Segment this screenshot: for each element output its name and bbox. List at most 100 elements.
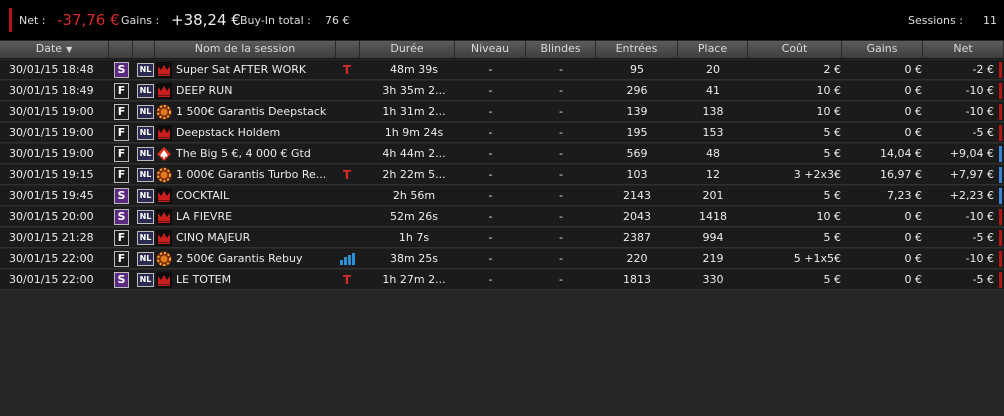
extra-marker (336, 144, 358, 164)
net-indicator-bar (999, 188, 1002, 204)
session-name: Deepstack Holdem (176, 126, 281, 139)
table-row[interactable]: 30/01/15 20:00 S NL LA FIEVRE 52m 26s - - 2043 1… (0, 207, 1004, 227)
table-row[interactable]: 30/01/15 19:00 F NL The Big 5 €, 4 000 € Gt… (0, 144, 1004, 164)
col-speed[interactable] (109, 41, 133, 58)
net-indicator-bar (999, 167, 1002, 183)
session-cost: 5 € (823, 189, 842, 202)
game-type-badge: NL (137, 63, 154, 77)
session-name: COCKTAIL (176, 189, 230, 202)
table-row[interactable]: 30/01/15 21:28 F NL CINQ MAJEUR 1h 7s - - 2387 9… (0, 228, 1004, 248)
game-type-badge: NL (137, 231, 154, 245)
col-cout[interactable]: Coût (748, 41, 842, 58)
speed-badge: S (114, 272, 129, 288)
session-name: The Big 5 €, 4 000 € Gtd (176, 147, 311, 160)
session-date: 30/01/15 18:49 (9, 84, 94, 97)
session-name: 2 500€ Garantis Rebuy (176, 252, 303, 265)
table-row[interactable]: 30/01/15 19:00 F NL Deepstack Holdem 1h 9m 2… (0, 123, 1004, 143)
session-blinds: - (559, 84, 563, 97)
col-date[interactable]: Date ▼ (0, 41, 109, 58)
session-level: - (488, 168, 493, 181)
table-row[interactable]: 30/01/15 19:15 F NL 1 000€ Garantis Turbo R… (0, 165, 1004, 185)
session-level: - (488, 105, 493, 118)
col-extra[interactable] (336, 41, 360, 58)
table-row[interactable]: 30/01/15 22:00 F NL 2 500€ Garantis Rebuy 38… (0, 249, 1004, 269)
session-name: 1 000€ Garantis Turbo Re... (176, 168, 327, 181)
col-name[interactable]: Nom de la session (155, 41, 336, 58)
session-level: - (488, 147, 493, 160)
col-game[interactable] (133, 41, 155, 58)
session-duration: 1h 9m 24s (384, 126, 444, 139)
col-place[interactable]: Place (678, 41, 748, 58)
net-indicator-bar (999, 230, 1002, 246)
chip-logo-icon (156, 251, 172, 267)
session-place: 153 (702, 126, 724, 139)
session-name: DEEP RUN (176, 84, 233, 97)
chip-logo-icon (156, 104, 172, 120)
session-gains: 0 € (904, 105, 923, 118)
table-row[interactable]: 30/01/15 19:00 F NL 1 500€ Garantis Deepsta… (0, 102, 1004, 122)
session-place: 12 (706, 168, 720, 181)
session-blinds: - (559, 168, 563, 181)
table-row[interactable]: 30/01/15 22:00 S NL LE TOTEM T 1h 27m 2... - - 1… (0, 270, 1004, 290)
session-blinds: - (559, 63, 563, 76)
session-date: 30/01/15 22:00 (9, 273, 94, 286)
session-place: 1418 (699, 210, 727, 223)
session-date: 30/01/15 22:00 (9, 252, 94, 265)
game-type-badge: NL (137, 189, 154, 203)
game-type-badge: NL (137, 84, 154, 98)
session-cost: 10 € (816, 105, 842, 118)
extra-marker (336, 249, 358, 269)
gains-label: Gains : (121, 14, 160, 27)
col-blindes[interactable]: Blindes (526, 41, 596, 58)
table-row[interactable]: 30/01/15 19:45 S NL COCKTAIL 2h 56m - - 2143 201… (0, 186, 1004, 206)
session-net: -10 € (965, 105, 994, 118)
game-type-badge: NL (137, 105, 154, 119)
session-cost: 2 € (823, 63, 842, 76)
session-gains: 0 € (904, 273, 923, 286)
speed-badge: S (114, 188, 129, 204)
sort-desc-icon: ▼ (66, 45, 73, 54)
session-level: - (488, 273, 493, 286)
session-duration: 1h 31m 2... (382, 105, 446, 118)
col-duree[interactable]: Durée (360, 41, 455, 58)
speed-badge: F (114, 83, 129, 99)
col-gains[interactable]: Gains (842, 41, 923, 58)
session-name: Super Sat AFTER WORK (176, 63, 307, 76)
crown-logo-icon (156, 272, 172, 288)
session-gains: 0 € (904, 63, 923, 76)
crown-logo-icon (156, 83, 172, 99)
session-date: 30/01/15 19:00 (9, 147, 94, 160)
session-net: -5 € (972, 126, 994, 139)
session-place: 330 (702, 273, 724, 286)
ticket-icon: T (342, 273, 352, 287)
session-net: -10 € (965, 252, 994, 265)
speed-badge: F (114, 230, 129, 246)
session-duration: 48m 39s (390, 63, 438, 76)
table-row[interactable]: 30/01/15 18:48 S NL Super Sat AFTER WORK T 48… (0, 60, 1004, 80)
session-blinds: - (559, 147, 563, 160)
session-entries: 2387 (623, 231, 651, 244)
extra-marker (336, 123, 358, 143)
session-entries: 103 (626, 168, 648, 181)
net-indicator-bar (999, 125, 1002, 141)
session-place: 48 (706, 147, 720, 160)
session-cost: 10 € (816, 84, 842, 97)
col-entrees[interactable]: Entrées (596, 41, 678, 58)
session-place: 994 (702, 231, 724, 244)
col-net[interactable]: Net (923, 41, 1004, 58)
session-cost: 3 +2x3€ (793, 168, 841, 181)
session-level: - (488, 126, 493, 139)
table-row[interactable]: 30/01/15 18:49 F NL DEEP RUN 3h 35m 2... - - 29… (0, 81, 1004, 101)
game-type-badge: NL (137, 168, 154, 182)
session-name: CINQ MAJEUR (176, 231, 251, 244)
session-duration: 52m 26s (390, 210, 438, 223)
session-level: - (488, 189, 493, 202)
session-level: - (488, 210, 493, 223)
ticket-icon: T (342, 63, 352, 77)
session-level: - (488, 231, 493, 244)
bars-icon (339, 253, 355, 265)
ticket-icon: T (342, 168, 352, 182)
session-gains: 0 € (904, 231, 923, 244)
col-niveau[interactable]: Niveau (455, 41, 526, 58)
spade-logo-icon (156, 146, 172, 162)
